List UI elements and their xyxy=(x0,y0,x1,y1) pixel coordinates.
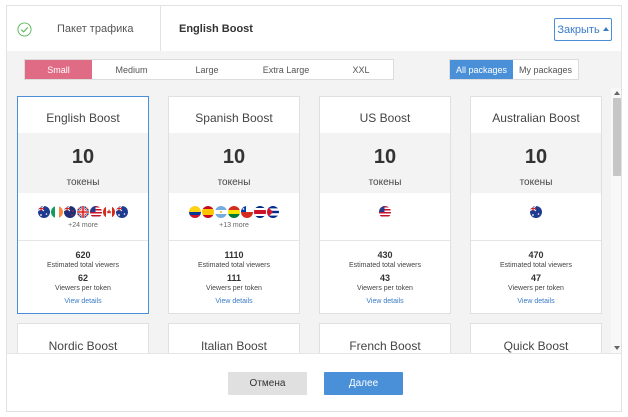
package-name: Australian Boost xyxy=(492,111,580,125)
scroll-thumb[interactable] xyxy=(613,98,621,176)
token-unit: токены xyxy=(368,177,402,188)
view-details-link[interactable]: View details xyxy=(320,298,450,305)
australia-flag-icon xyxy=(38,206,50,218)
chile-flag-icon xyxy=(241,206,253,218)
country-flags xyxy=(471,206,601,218)
package-card[interactable]: Italian Boost xyxy=(168,323,300,353)
total-viewers-label: Estimated total viewers xyxy=(198,262,270,269)
uk-flag-icon xyxy=(77,206,89,218)
new-zealand-flag-icon xyxy=(64,206,76,218)
argentina-flag-icon xyxy=(215,206,227,218)
packages-grid: English Boost 10 токены +24 more 620 Est… xyxy=(6,88,622,353)
more-countries: +13 more xyxy=(219,222,249,229)
tab-my-packages[interactable]: My packages xyxy=(513,60,578,79)
viewers-per-token-label: Viewers per token xyxy=(508,285,564,292)
token-count: 10 xyxy=(222,146,246,168)
view-details-link[interactable]: View details xyxy=(18,298,148,305)
package-name: English Boost xyxy=(46,111,120,125)
total-viewers-value: 470 xyxy=(528,250,544,260)
canada-flag-icon xyxy=(103,206,115,218)
viewers-per-token-label: Viewers per token xyxy=(206,285,262,292)
card-divider xyxy=(18,240,148,241)
step-label: Пакет трафика xyxy=(57,23,134,35)
total-viewers-value: 620 xyxy=(75,250,91,260)
package-card[interactable]: US Boost 10 токены 430 Estimated total v… xyxy=(319,96,451,314)
total-viewers-label: Estimated total viewers xyxy=(500,262,572,269)
australia-flag-icon xyxy=(116,206,128,218)
scroll-up-arrow-icon[interactable] xyxy=(614,91,620,95)
viewers-per-token-value: 111 xyxy=(226,273,242,283)
package-card[interactable]: Nordic Boost xyxy=(17,323,149,353)
usa-flag-icon xyxy=(90,206,102,218)
token-unit: токены xyxy=(66,177,100,188)
viewers-per-token-value: 43 xyxy=(379,273,390,283)
package-name: Quick Boost xyxy=(503,339,569,353)
australia-flag-icon xyxy=(530,206,542,218)
package-card[interactable]: English Boost 10 токены +24 more 620 Est… xyxy=(17,96,149,314)
viewers-per-token-value: 47 xyxy=(530,273,541,283)
traffic-package-dialog: Пакет трафика English Boost Закрыть Smal… xyxy=(0,0,628,417)
dialog-header: Пакет трафика English Boost Закрыть xyxy=(6,5,622,52)
token-unit: токены xyxy=(519,177,553,188)
card-divider xyxy=(471,240,601,241)
viewers-per-token-label: Viewers per token xyxy=(357,285,413,292)
token-count: 10 xyxy=(524,146,548,168)
country-flags xyxy=(18,206,148,218)
total-viewers-value: 430 xyxy=(377,250,393,260)
next-button[interactable]: Далее xyxy=(324,372,403,395)
spain-flag-icon xyxy=(202,206,214,218)
country-flags xyxy=(320,206,450,218)
total-viewers-label: Estimated total viewers xyxy=(47,262,119,269)
view-details-link[interactable]: View details xyxy=(471,298,601,305)
token-count: 10 xyxy=(373,146,397,168)
package-card[interactable]: French Boost xyxy=(319,323,451,353)
total-viewers-label: Estimated total viewers xyxy=(349,262,421,269)
tab-extra-large[interactable]: Extra Large xyxy=(243,60,329,79)
token-count: 10 xyxy=(71,146,95,168)
check-circle-icon xyxy=(17,22,32,37)
close-button-label: Закрыть xyxy=(557,23,600,36)
colombia-flag-icon xyxy=(189,206,201,218)
viewers-per-token-value: 62 xyxy=(77,273,88,283)
card-divider xyxy=(169,240,299,241)
package-card[interactable]: Quick Boost xyxy=(470,323,602,353)
vertical-scrollbar[interactable] xyxy=(611,88,621,353)
bolivia-flag-icon xyxy=(228,206,240,218)
tab-all-packages[interactable]: All packages xyxy=(450,60,514,79)
package-card[interactable]: Spanish Boost 10 токены +13 more 1110 Es… xyxy=(168,96,300,314)
package-name: French Boost xyxy=(349,339,421,353)
package-name: Nordic Boost xyxy=(48,339,118,353)
step-completed[interactable]: Пакет трафика xyxy=(7,6,161,52)
caret-up-icon xyxy=(602,27,609,31)
cancel-button[interactable]: Отмена xyxy=(228,372,307,395)
more-countries: +24 more xyxy=(68,222,98,229)
close-button[interactable]: Закрыть xyxy=(554,18,612,41)
usa-flag-icon xyxy=(379,206,391,218)
package-name: Spanish Boost xyxy=(195,111,273,125)
tab-large[interactable]: Large xyxy=(171,60,243,79)
size-tabs: Small Medium Large Extra Large XXL xyxy=(24,59,394,80)
package-name: Italian Boost xyxy=(200,339,268,353)
scroll-down-arrow-icon[interactable] xyxy=(614,346,620,350)
card-divider xyxy=(320,240,450,241)
view-tabs: All packages My packages xyxy=(449,59,580,80)
view-details-link[interactable]: View details xyxy=(169,298,299,305)
dialog-footer: Отмена Далее xyxy=(6,353,622,412)
tab-medium[interactable]: Medium xyxy=(92,60,171,79)
package-name: US Boost xyxy=(359,111,411,125)
viewers-per-token-label: Viewers per token xyxy=(55,285,111,292)
ireland-flag-icon xyxy=(51,206,63,218)
token-unit: токены xyxy=(217,177,251,188)
package-card[interactable]: Australian Boost 10 токены 470 Estimated… xyxy=(470,96,602,314)
costa-rica-flag-icon xyxy=(254,206,266,218)
tab-small[interactable]: Small xyxy=(25,60,92,79)
country-flags xyxy=(169,206,299,218)
total-viewers-value: 1110 xyxy=(224,250,244,260)
tab-xxl[interactable]: XXL xyxy=(329,60,393,79)
step-title: English Boost xyxy=(179,23,253,35)
filter-toolbar: Small Medium Large Extra Large XXL All p… xyxy=(6,51,622,88)
cuba-flag-icon xyxy=(267,206,279,218)
